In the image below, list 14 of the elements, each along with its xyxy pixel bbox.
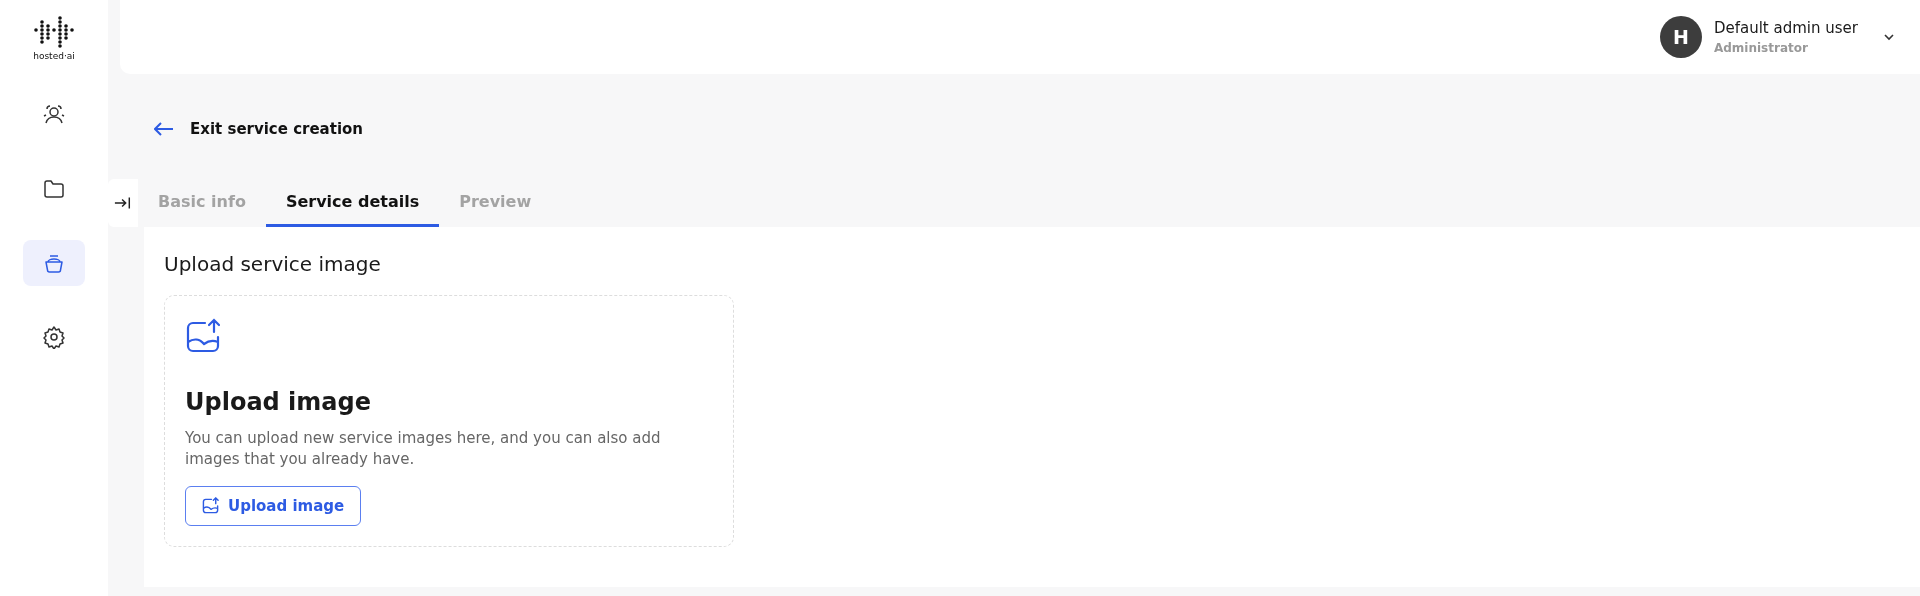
image-upload-icon: [202, 496, 220, 515]
logo-icon: [34, 16, 74, 48]
upload-image-button[interactable]: Upload image: [185, 485, 362, 526]
arrow-left-icon[interactable]: [154, 122, 174, 137]
logo-text: hosted·ai: [33, 50, 75, 63]
user-name: Default admin user: [1713, 17, 1858, 39]
section-title: Upload service image: [164, 250, 382, 278]
upload-description: You can upload new service images here, and you can also add images that you already have.: [185, 427, 662, 470]
gear-icon: [42, 324, 66, 349]
user-role: Administrator: [1713, 40, 1809, 58]
expand-sidebar-icon[interactable]: [108, 178, 138, 227]
exit-link[interactable]: Exit service creation: [190, 118, 364, 141]
upload-title: Upload image: [185, 386, 372, 418]
user-avatar: H: [1659, 16, 1702, 58]
